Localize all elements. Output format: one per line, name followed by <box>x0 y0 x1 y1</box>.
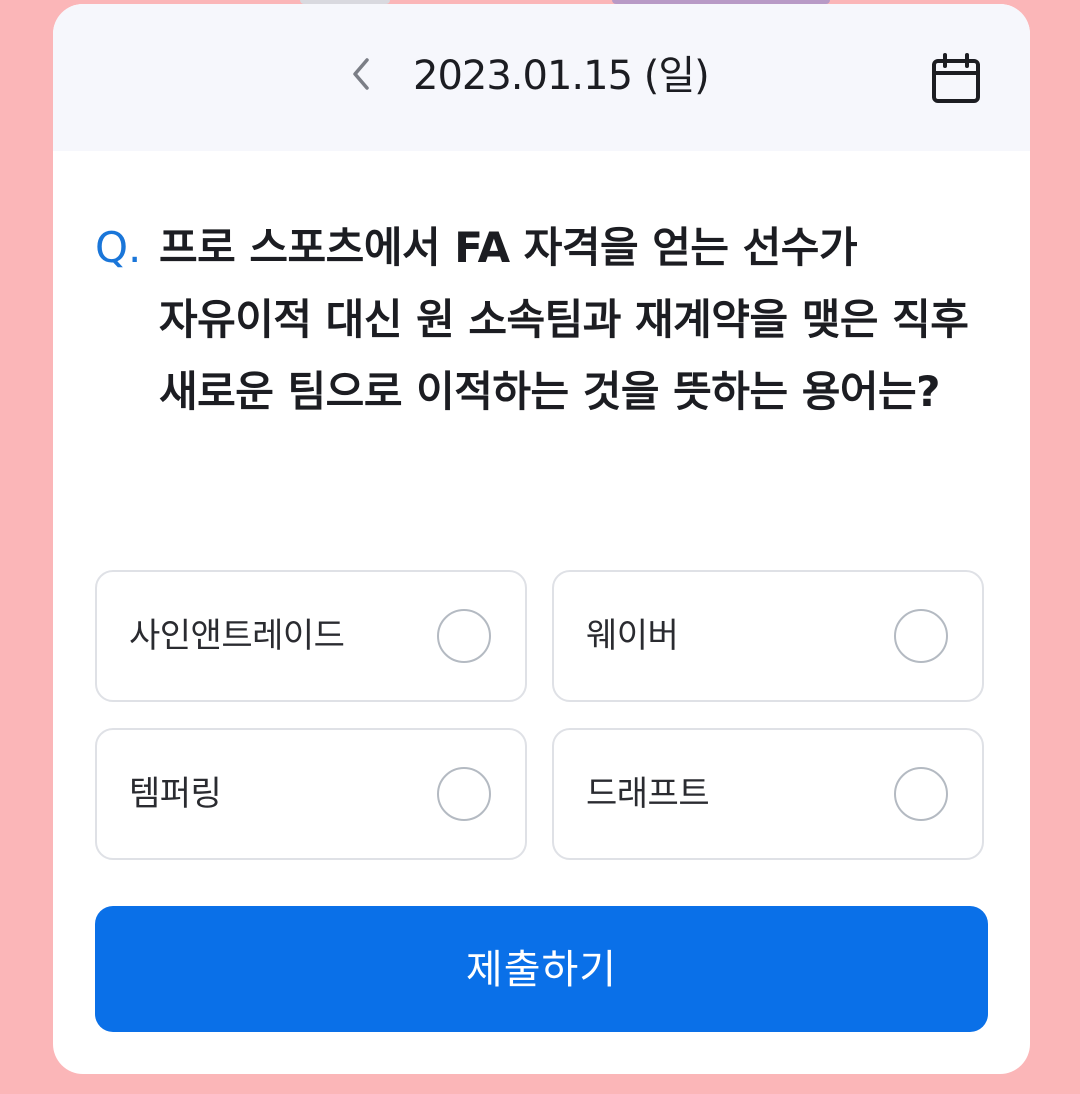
question-text: 프로 스포츠에서 FA 자격을 얻는 선수가 자유이적 대신 원 소속팀과 재계… <box>159 223 969 416</box>
chevron-left-icon <box>353 58 369 90</box>
date-header: 2023.01.15 (일) <box>53 4 1030 151</box>
submit-button[interactable]: 제출하기 <box>95 906 988 1032</box>
option-tampering[interactable]: 템퍼링 <box>95 728 527 860</box>
radio-button[interactable] <box>894 609 948 663</box>
quiz-card: 2023.01.15 (일) Q. 프로 스포츠에서 FA 자격을 얻는 선수가… <box>53 4 1030 1074</box>
question-prefix: Q. <box>95 223 142 272</box>
previous-date-button[interactable] <box>333 46 389 102</box>
option-label: 드래프트 <box>586 774 710 814</box>
date-title: 2023.01.15 (일) <box>413 53 710 99</box>
option-label: 웨이버 <box>586 616 679 656</box>
calendar-icon <box>932 53 980 103</box>
option-sign-and-trade[interactable]: 사인앤트레이드 <box>95 570 527 702</box>
radio-button[interactable] <box>437 609 491 663</box>
calendar-button[interactable] <box>925 48 987 110</box>
radio-button[interactable] <box>437 767 491 821</box>
option-label: 사인앤트레이드 <box>129 616 345 656</box>
radio-button[interactable] <box>894 767 948 821</box>
option-label: 템퍼링 <box>129 774 222 814</box>
option-waiver[interactable]: 웨이버 <box>552 570 984 702</box>
option-draft[interactable]: 드래프트 <box>552 728 984 860</box>
